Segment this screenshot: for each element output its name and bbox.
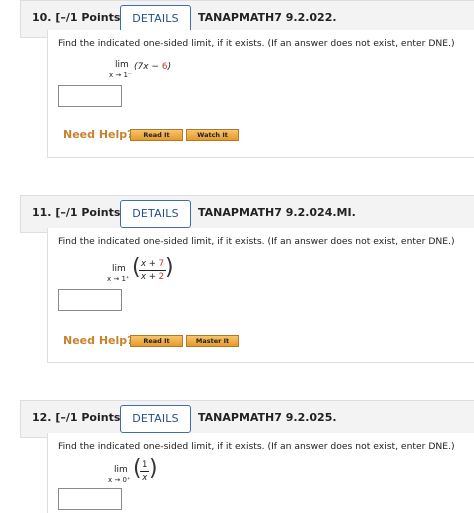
question-10-body: Find the indicated one-sided limit, if i…	[47, 30, 474, 158]
question-12-body: Find the indicated one-sided limit, if i…	[47, 433, 474, 513]
question-prompt: Find the indicated one-sided limit, if i…	[58, 236, 455, 247]
answer-input[interactable]	[58, 289, 122, 311]
question-code: TANAPMATH7 9.2.024.MI.	[198, 206, 356, 219]
need-help-label: Need Help?	[63, 128, 134, 141]
details-button[interactable]: DETAILS	[120, 200, 191, 228]
question-number: 12. [–/1 Points]	[32, 411, 126, 424]
need-help-label: Need Help?	[63, 334, 134, 347]
limit-approach: x → 0⁺	[108, 476, 131, 484]
master-it-button[interactable]: Master It	[186, 335, 239, 347]
answer-input[interactable]	[58, 488, 122, 510]
limit-fraction: 1 x	[140, 460, 150, 483]
read-it-button[interactable]: Read It	[130, 129, 183, 141]
watch-it-button[interactable]: Watch It	[186, 129, 239, 141]
details-button[interactable]: DETAILS	[120, 5, 191, 33]
question-code: TANAPMATH7 9.2.025.	[198, 411, 337, 424]
question-11-body: Find the indicated one-sided limit, if i…	[47, 228, 474, 363]
limit-fraction: x + 7 x + 2	[139, 259, 166, 282]
fraction-numerator: x + 7	[139, 259, 166, 271]
right-paren: )	[165, 255, 174, 280]
fraction-denominator: x + 2	[141, 272, 164, 282]
limit-expression: (7x − 6)	[134, 62, 172, 72]
question-prompt: Find the indicated one-sided limit, if i…	[58, 441, 455, 452]
read-it-button[interactable]: Read It	[130, 335, 183, 347]
question-number: 10. [–/1 Points]	[32, 11, 126, 24]
question-prompt: Find the indicated one-sided limit, if i…	[58, 38, 455, 49]
fraction-denominator: x	[142, 473, 148, 483]
limit-operator: lim	[114, 465, 128, 475]
answer-input[interactable]	[58, 85, 122, 107]
limit-operator: lim	[112, 264, 126, 274]
fraction-numerator: 1	[140, 460, 150, 472]
right-paren: )	[149, 456, 158, 481]
question-number: 11. [–/1 Points]	[32, 206, 126, 219]
limit-approach: x → 1⁺	[107, 275, 130, 283]
limit-approach: x → 1⁻	[109, 71, 132, 79]
details-button[interactable]: DETAILS	[120, 405, 191, 433]
limit-operator: lim	[115, 60, 129, 70]
question-code: TANAPMATH7 9.2.022.	[198, 11, 337, 24]
